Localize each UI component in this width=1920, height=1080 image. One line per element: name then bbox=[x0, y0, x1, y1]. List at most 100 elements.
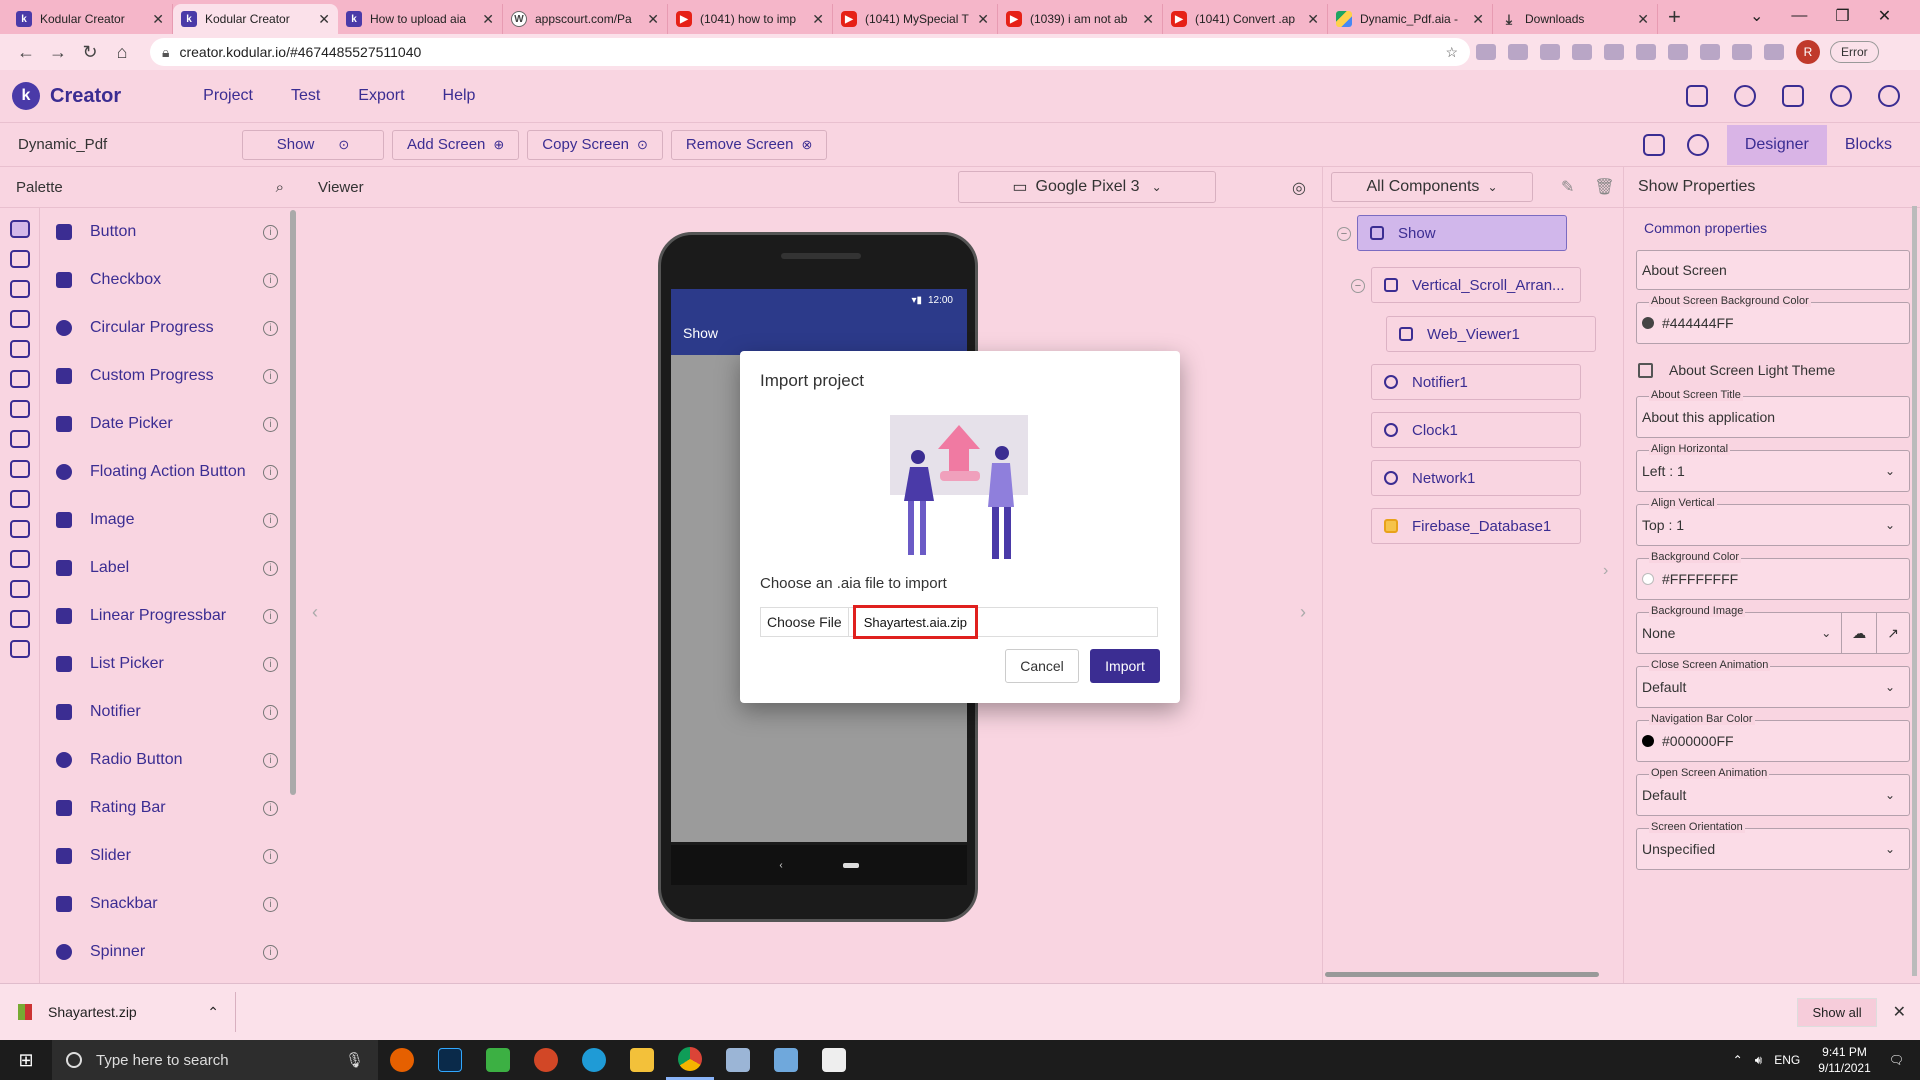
close-tab-icon[interactable]: ✕ bbox=[1637, 11, 1649, 28]
palette-item-floating-action-button[interactable]: Floating Action Button i bbox=[40, 448, 300, 496]
palette-item-linear-progressbar[interactable]: Linear Progressbar i bbox=[40, 592, 300, 640]
google-category-icon[interactable] bbox=[9, 550, 30, 568]
align-vertical-select[interactable]: Align Vertical Top : 1 ⌄ bbox=[1636, 497, 1910, 546]
extension-icon[interactable] bbox=[1636, 44, 1656, 60]
media-category-icon[interactable] bbox=[9, 280, 30, 298]
info-icon[interactable]: i bbox=[263, 224, 278, 240]
firefox-icon[interactable] bbox=[378, 1040, 426, 1080]
close-tab-icon[interactable]: ✕ bbox=[1307, 11, 1319, 28]
palette-item-list-picker[interactable]: List Picker i bbox=[40, 640, 300, 688]
close-window-button[interactable]: ✕ bbox=[1878, 6, 1891, 26]
plugins-category-icon[interactable] bbox=[9, 640, 30, 658]
about-screen-bg-color-field[interactable]: About Screen Background Color #444444FF bbox=[1636, 295, 1910, 344]
remove-screen-button[interactable]: Remove Screen ⊗ bbox=[670, 129, 828, 160]
palette-item-notifier[interactable]: Notifier i bbox=[40, 688, 300, 736]
restore-button[interactable]: ❐ bbox=[1835, 6, 1849, 26]
close-tab-icon[interactable]: ✕ bbox=[482, 11, 494, 28]
extension-icon[interactable] bbox=[1700, 44, 1720, 60]
profile-avatar[interactable]: R bbox=[1796, 40, 1820, 64]
monetization-category-icon[interactable] bbox=[9, 580, 30, 598]
minimize-button[interactable]: — bbox=[1791, 7, 1807, 25]
components-filter-select[interactable]: All Components ⌄ bbox=[1331, 172, 1533, 202]
info-icon[interactable]: i bbox=[263, 704, 278, 720]
background-color-field[interactable]: Background Color #FFFFFFFF bbox=[1636, 551, 1910, 600]
menu-export[interactable]: Export bbox=[358, 87, 404, 105]
align-horizontal-select[interactable]: Align Horizontal Left : 1 ⌄ bbox=[1636, 443, 1910, 492]
open-external-icon[interactable]: ↗ bbox=[1876, 613, 1909, 653]
volume-icon[interactable]: 🔊︎ bbox=[1755, 1053, 1763, 1068]
notepad-icon[interactable] bbox=[762, 1040, 810, 1080]
library-icon[interactable] bbox=[1782, 85, 1804, 107]
palette-scrollbar[interactable] bbox=[290, 210, 296, 795]
close-screen-animation-select[interactable]: Close Screen Animation Default ⌄ bbox=[1636, 659, 1910, 708]
url-field[interactable]: 🔒︎ creator.kodular.io/#4674485527511040 … bbox=[150, 38, 1470, 66]
about-screen-title-field[interactable]: About Screen Title About this application bbox=[1636, 389, 1910, 438]
blocks-button[interactable]: Blocks bbox=[1827, 125, 1910, 165]
puzzle-icon[interactable] bbox=[1764, 44, 1784, 60]
chevron-left-icon[interactable]: ‹ bbox=[312, 602, 318, 623]
edge-icon[interactable] bbox=[570, 1040, 618, 1080]
palette-item-image[interactable]: Image i bbox=[40, 496, 300, 544]
community-icon[interactable] bbox=[1734, 85, 1756, 107]
info-icon[interactable]: i bbox=[263, 848, 278, 864]
file-explorer-icon[interactable] bbox=[618, 1040, 666, 1080]
browser-tab[interactable]: ⤓ Downloads ✕ bbox=[1493, 4, 1658, 34]
extensions-category-icon[interactable] bbox=[9, 610, 30, 628]
info-icon[interactable]: i bbox=[263, 896, 278, 912]
extension-icon[interactable] bbox=[1572, 44, 1592, 60]
palette-item-slider[interactable]: Slider i bbox=[40, 832, 300, 880]
extension-icon[interactable] bbox=[1668, 44, 1688, 60]
tree-node-vertical-scroll[interactable]: Vertical_Scroll_Arran... bbox=[1371, 267, 1581, 303]
extension-icon[interactable] bbox=[1540, 44, 1560, 60]
error-button[interactable]: Error bbox=[1830, 41, 1879, 63]
windows-start-icon[interactable]: ⊞ bbox=[0, 1050, 52, 1071]
connectivity-category-icon[interactable] bbox=[9, 520, 30, 538]
tab-search-icon[interactable]: ⌄ bbox=[1750, 6, 1763, 26]
tray-chevron-icon[interactable]: ⌃ bbox=[1733, 1053, 1743, 1067]
info-icon[interactable]: i bbox=[263, 368, 278, 384]
palette-item-radio-button[interactable]: Radio Button i bbox=[40, 736, 300, 784]
show-all-button[interactable]: Show all bbox=[1797, 997, 1877, 1027]
cancel-button[interactable]: Cancel bbox=[1005, 649, 1079, 683]
browser-tab[interactable]: ▶ (1041) Convert .ap ✕ bbox=[1163, 4, 1328, 34]
menu-help[interactable]: Help bbox=[443, 87, 476, 105]
components-scrollbar[interactable] bbox=[1325, 972, 1599, 977]
search-icon[interactable]: ⌕ bbox=[276, 179, 284, 196]
open-screen-animation-select[interactable]: Open Screen Animation Default ⌄ bbox=[1636, 767, 1910, 816]
info-icon[interactable]: i bbox=[263, 464, 278, 480]
upload-cloud-icon[interactable]: ☁ bbox=[1841, 613, 1876, 653]
info-icon[interactable]: i bbox=[263, 944, 278, 960]
close-tab-icon[interactable]: ✕ bbox=[1142, 11, 1154, 28]
tree-node-notifier[interactable]: Notifier1 bbox=[1371, 364, 1581, 400]
gallery-icon[interactable] bbox=[1642, 133, 1665, 156]
file-input[interactable]: Choose File Shayartest.aia.zip bbox=[760, 605, 1158, 639]
palette-item-checkbox[interactable]: Checkbox i bbox=[40, 256, 300, 304]
new-tab-button[interactable]: + bbox=[1668, 4, 1681, 30]
forward-button[interactable]: → bbox=[42, 42, 74, 63]
copy-screen-button[interactable]: Copy Screen ⊙ bbox=[527, 129, 663, 160]
account-icon[interactable] bbox=[1878, 85, 1900, 107]
close-tab-icon[interactable]: ✕ bbox=[318, 11, 330, 28]
extension-icon[interactable] bbox=[1476, 44, 1496, 60]
chrome-icon[interactable] bbox=[666, 1040, 714, 1080]
extension-icon[interactable] bbox=[1508, 44, 1528, 60]
close-tab-icon[interactable]: ✕ bbox=[152, 11, 164, 28]
info-icon[interactable]: i bbox=[263, 272, 278, 288]
user-interface-category-icon[interactable] bbox=[9, 220, 30, 238]
info-icon[interactable]: i bbox=[263, 800, 278, 816]
extension-icon[interactable] bbox=[1732, 44, 1752, 60]
browser-tab[interactable]: Wappscourt.com/Pa ✕ bbox=[503, 4, 668, 34]
microphone-icon[interactable]: 🎙︎ bbox=[345, 1051, 364, 1069]
palette-item-spinner[interactable]: Spinner i bbox=[40, 928, 300, 976]
palette-item-snackbar[interactable]: Snackbar i bbox=[40, 880, 300, 928]
palette-item-date-picker[interactable]: Date Picker i bbox=[40, 400, 300, 448]
info-icon[interactable]: i bbox=[263, 608, 278, 624]
photoshop-icon[interactable] bbox=[426, 1040, 474, 1080]
palette-item-button[interactable]: Button i bbox=[40, 208, 300, 256]
pencil-icon[interactable]: ✎ bbox=[1561, 177, 1574, 197]
tree-node-web-viewer[interactable]: Web_Viewer1 bbox=[1386, 316, 1596, 352]
collapse-toggle[interactable]: − bbox=[1351, 279, 1365, 293]
designer-button[interactable]: Designer bbox=[1726, 124, 1827, 165]
import-button[interactable]: Import bbox=[1090, 649, 1160, 683]
tree-node-firebase[interactable]: Firebase_Database1 bbox=[1371, 508, 1581, 544]
